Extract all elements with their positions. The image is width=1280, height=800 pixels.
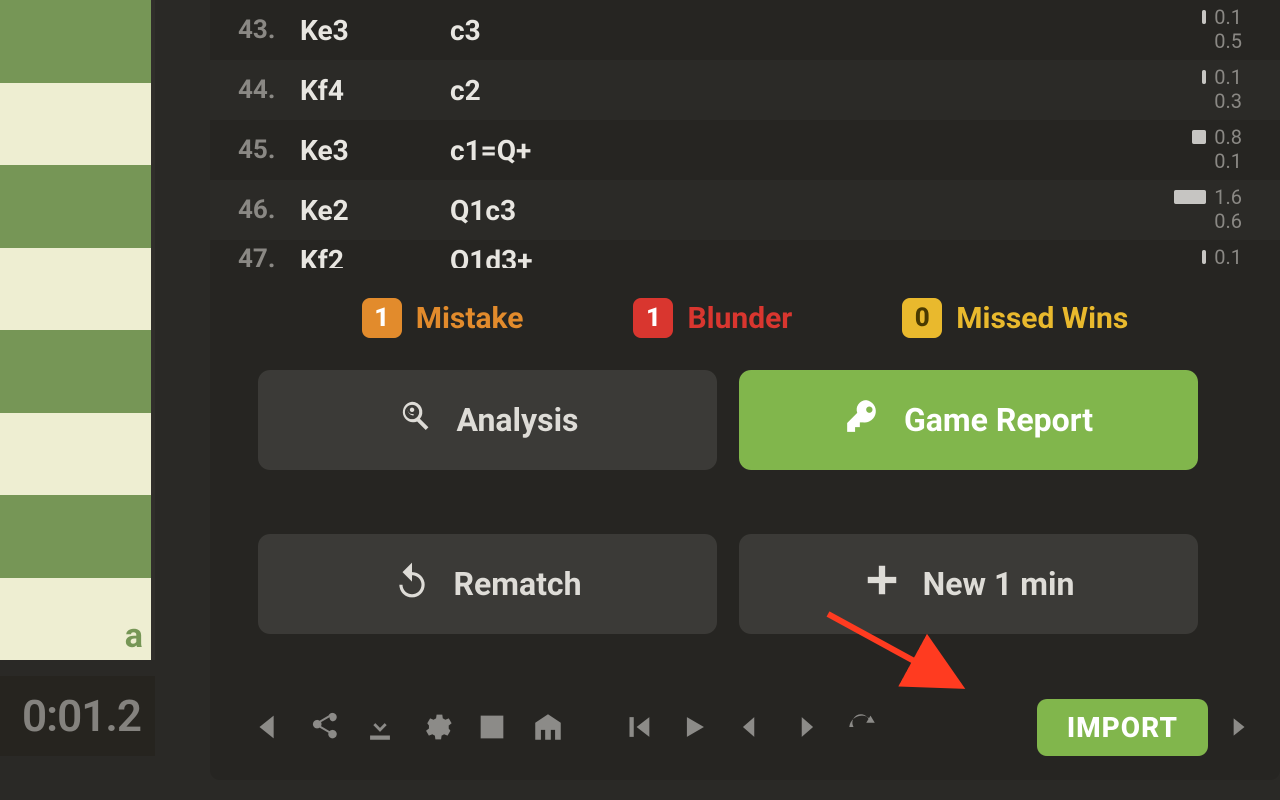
move-number: 47. [238, 244, 300, 268]
eval-value: 0.1 [1214, 6, 1242, 28]
square[interactable] [0, 248, 151, 331]
white-move[interactable]: Ke3 [300, 134, 450, 167]
rematch-label: Rematch [453, 565, 581, 603]
eval-column: 1.60.6 [1174, 186, 1242, 232]
square[interactable] [0, 495, 151, 578]
undo-icon [393, 561, 431, 607]
next-move-icon[interactable] [778, 703, 834, 751]
eval-value: 0.1 [1214, 150, 1242, 172]
square[interactable] [0, 413, 151, 496]
move-number: 46. [238, 195, 300, 225]
eval-value: 0.5 [1214, 30, 1242, 52]
blunder-chip[interactable]: 1 Blunder [633, 298, 792, 338]
missed-label: Missed Wins [956, 301, 1128, 336]
square[interactable] [0, 0, 151, 83]
share-icon[interactable] [296, 703, 352, 751]
clock-time: 0:01.2 [22, 690, 141, 742]
library-icon[interactable] [520, 703, 576, 751]
eval-value: 0.3 [1214, 90, 1242, 112]
eval-column: 0.1 [1202, 246, 1242, 268]
analysis-button[interactable]: Analysis [258, 370, 717, 470]
game-report-label: Game Report [904, 401, 1093, 439]
mistake-chip[interactable]: 1 Mistake [362, 298, 524, 338]
black-move[interactable]: Q1d3+ [450, 244, 532, 268]
black-move[interactable]: Q1c3 [450, 194, 516, 227]
move-number: 43. [238, 15, 300, 45]
eval-value: 0.8 [1214, 126, 1242, 148]
analysis-panel: 43.Ke3c30.10.544.Kf4c20.10.345.Ke3c1=Q+0… [210, 0, 1280, 780]
first-move-icon[interactable] [610, 703, 666, 751]
download-icon[interactable] [352, 703, 408, 751]
white-move[interactable]: Kf2 [300, 244, 450, 268]
key-icon [844, 397, 882, 443]
magnify-icon [397, 397, 435, 443]
move-number: 44. [238, 75, 300, 105]
import-button[interactable]: IMPORT [1037, 699, 1208, 756]
play-icon[interactable] [666, 703, 722, 751]
move-row[interactable]: 46.Ke2Q1c3 1.60.6 [210, 180, 1280, 240]
blunder-label: Blunder [687, 301, 792, 336]
import-label: IMPORT [1067, 711, 1178, 744]
summary-row: 1 Mistake 1 Blunder 0 Missed Wins [210, 294, 1280, 342]
prev-move-icon[interactable] [722, 703, 778, 751]
black-move[interactable]: c1=Q+ [450, 134, 531, 167]
move-row[interactable]: 44.Kf4c2 0.10.3 [210, 60, 1280, 120]
plus-icon [863, 561, 901, 607]
new-game-button[interactable]: New 1 min [739, 534, 1198, 634]
refresh-icon[interactable] [834, 703, 890, 751]
eval-column: 0.80.1 [1192, 126, 1242, 172]
gear-icon[interactable] [408, 703, 464, 751]
eval-bar [1202, 250, 1206, 264]
mistake-label: Mistake [416, 301, 524, 336]
eval-bar [1192, 130, 1206, 144]
eval-value: 1.6 [1214, 186, 1242, 208]
eval-value: 0.1 [1214, 66, 1242, 88]
toolbar: IMPORT [240, 698, 1208, 756]
missed-count: 0 [902, 298, 942, 338]
eval-value: 0.6 [1214, 210, 1242, 232]
eval-bar [1202, 70, 1206, 84]
mistake-count: 1 [362, 298, 402, 338]
square[interactable] [0, 165, 151, 248]
black-move[interactable]: c2 [450, 74, 481, 107]
move-number: 45. [238, 135, 300, 165]
game-report-button[interactable]: Game Report [739, 370, 1198, 470]
eval-value: 0.1 [1214, 246, 1242, 268]
eval-bar [1174, 190, 1206, 204]
missed-chip[interactable]: 0 Missed Wins [902, 298, 1128, 338]
analysis-label: Analysis [457, 401, 579, 439]
eval-bar [1202, 10, 1206, 24]
black-move[interactable]: c3 [450, 14, 481, 47]
move-row[interactable]: 45.Ke3c1=Q+ 0.80.1 [210, 120, 1280, 180]
move-list[interactable]: 43.Ke3c30.10.544.Kf4c20.10.345.Ke3c1=Q+0… [210, 0, 1280, 268]
file-label: a [125, 616, 143, 656]
rematch-button[interactable]: Rematch [258, 534, 717, 634]
clock: 0:01.2 [0, 676, 155, 756]
move-row[interactable]: 43.Ke3c3 0.10.5 [210, 0, 1280, 60]
eval-column: 0.10.5 [1202, 6, 1242, 52]
white-move[interactable]: Kf4 [300, 74, 450, 107]
blunder-count: 1 [633, 298, 673, 338]
go-icon[interactable] [464, 703, 520, 751]
white-move[interactable]: Ke2 [300, 194, 450, 227]
eval-column: 0.10.3 [1202, 66, 1242, 112]
white-move[interactable]: Ke3 [300, 14, 450, 47]
nav-prev-icon[interactable] [240, 703, 296, 751]
square[interactable]: a [0, 578, 151, 661]
board-file-a: a [0, 0, 155, 660]
new-game-label: New 1 min [923, 565, 1075, 603]
square[interactable] [0, 83, 151, 166]
move-row[interactable]: 47.Kf2Q1d3+ 0.1 [210, 240, 1280, 268]
square[interactable] [0, 330, 151, 413]
panel-next-icon[interactable] [1214, 698, 1262, 756]
